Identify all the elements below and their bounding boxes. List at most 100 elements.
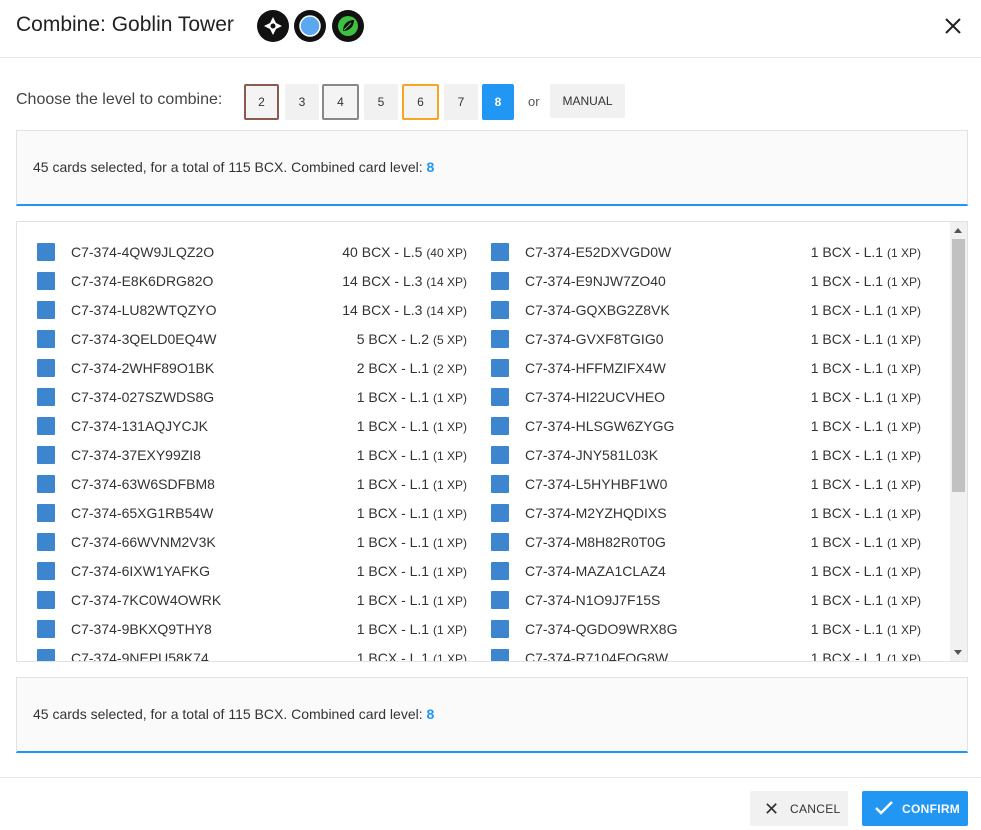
card-xp: (14 XP) [426, 275, 467, 289]
card-row[interactable]: C7-374-9NEPU58K74 1 BCX - L.1 (1 XP) [37, 641, 467, 661]
card-row[interactable]: C7-374-GVXF8TGIG0 1 BCX - L.1 (1 XP) [491, 322, 921, 351]
card-xp: (1 XP) [432, 507, 467, 521]
card-row[interactable]: C7-374-E52DXVGD0W 1 BCX - L.1 (1 XP) [491, 235, 921, 264]
card-row[interactable]: C7-374-M2YZHQDIXS 1 BCX - L.1 (1 XP) [491, 496, 921, 525]
card-xp: (1 XP) [886, 594, 921, 608]
card-checkbox[interactable] [491, 562, 509, 580]
confirm-label: CONFIRM [902, 802, 961, 816]
card-checkbox[interactable] [37, 243, 55, 261]
card-value: 1 BCX - L.1 (1 XP) [357, 389, 467, 405]
card-xp: (1 XP) [886, 507, 921, 521]
card-checkbox[interactable] [491, 504, 509, 522]
scroll-up-icon[interactable] [954, 228, 962, 233]
card-value: 1 BCX - L.1 (1 XP) [811, 476, 921, 492]
card-checkbox[interactable] [37, 620, 55, 638]
card-checkbox[interactable] [491, 591, 509, 609]
card-bcx-level: 1 BCX - L.1 [810, 360, 884, 376]
card-checkbox[interactable] [491, 359, 509, 377]
card-checkbox[interactable] [37, 591, 55, 609]
level-button-3[interactable]: 3 [285, 84, 319, 120]
card-checkbox[interactable] [37, 301, 55, 319]
level-button-6[interactable]: 6 [402, 84, 439, 120]
card-checkbox[interactable] [37, 417, 55, 435]
card-row[interactable]: C7-374-6IXW1YAFKG 1 BCX - L.1 (1 XP) [37, 554, 467, 583]
card-bcx-level: 14 BCX - L.3 [342, 273, 423, 289]
card-row[interactable]: C7-374-E8K6DRG82O 14 BCX - L.3 (14 XP) [37, 264, 467, 293]
card-row[interactable]: C7-374-37EXY99ZI8 1 BCX - L.1 (1 XP) [37, 438, 467, 467]
card-id: C7-374-M8H82R0T0G [525, 534, 666, 550]
card-row[interactable]: C7-374-9BKXQ9THY8 1 BCX - L.1 (1 XP) [37, 612, 467, 641]
card-checkbox[interactable] [37, 649, 55, 661]
card-column-left: C7-374-4QW9JLQZ2O 40 BCX - L.5 (40 XP) C7-… [37, 235, 467, 661]
level-button-4[interactable]: 4 [322, 84, 359, 120]
summary-text: 45 cards selected, for a total of 115 BC… [33, 706, 434, 722]
card-row[interactable]: C7-374-131AQJYCJK 1 BCX - L.1 (1 XP) [37, 409, 467, 438]
card-id: C7-374-L5HYHBF1W0 [525, 476, 668, 492]
card-row[interactable]: C7-374-4QW9JLQZ2O 40 BCX - L.5 (40 XP) [37, 235, 467, 264]
card-row[interactable]: C7-374-E9NJW7ZO40 1 BCX - L.1 (1 XP) [491, 264, 921, 293]
card-checkbox[interactable] [37, 359, 55, 377]
card-list: C7-374-4QW9JLQZ2O 40 BCX - L.5 (40 XP) C7-… [16, 221, 968, 662]
card-list-scrollbar[interactable] [950, 222, 967, 661]
card-checkbox[interactable] [491, 533, 509, 551]
card-checkbox[interactable] [37, 504, 55, 522]
card-checkbox[interactable] [37, 562, 55, 580]
card-value: 1 BCX - L.1 (1 XP) [811, 621, 921, 637]
cancel-button[interactable]: ✕ CANCEL [750, 791, 848, 826]
card-row[interactable]: C7-374-HFFMZIFX4W 1 BCX - L.1 (1 XP) [491, 351, 921, 380]
card-id: C7-374-027SZWDS8G [71, 389, 215, 405]
card-checkbox[interactable] [37, 446, 55, 464]
level-button-2[interactable]: 2 [244, 84, 279, 120]
card-row[interactable]: C7-374-M8H82R0T0G 1 BCX - L.1 (1 XP) [491, 525, 921, 554]
card-row[interactable]: C7-374-66WVNM2V3K 1 BCX - L.1 (1 XP) [37, 525, 467, 554]
card-row[interactable]: C7-374-027SZWDS8G 1 BCX - L.1 (1 XP) [37, 380, 467, 409]
card-checkbox[interactable] [491, 388, 509, 406]
card-id: C7-374-4QW9JLQZ2O [71, 244, 215, 260]
card-bcx-level: 1 BCX - L.1 [356, 534, 430, 550]
card-row[interactable]: C7-374-3QELD0EQ4W 5 BCX - L.2 (5 XP) [37, 322, 467, 351]
card-checkbox[interactable] [491, 272, 509, 290]
card-value: 1 BCX - L.1 (1 XP) [811, 360, 921, 376]
card-row[interactable]: C7-374-N1O9J7F15S 1 BCX - L.1 (1 XP) [491, 583, 921, 612]
card-bcx-level: 1 BCX - L.1 [356, 592, 430, 608]
card-row[interactable]: C7-374-HLSGW6ZYGG 1 BCX - L.1 (1 XP) [491, 409, 921, 438]
close-button[interactable] [941, 14, 965, 38]
card-row[interactable]: C7-374-HI22UCVHEO 1 BCX - L.1 (1 XP) [491, 380, 921, 409]
card-id: C7-374-6IXW1YAFKG [71, 563, 211, 579]
card-checkbox[interactable] [37, 330, 55, 348]
card-row[interactable]: C7-374-65XG1RB54W 1 BCX - L.1 (1 XP) [37, 496, 467, 525]
card-row[interactable]: C7-374-63W6SDFBM8 1 BCX - L.1 (1 XP) [37, 467, 467, 496]
card-checkbox[interactable] [37, 533, 55, 551]
card-value: 1 BCX - L.1 (1 XP) [357, 447, 467, 463]
card-row[interactable]: C7-374-LU82WTQZYO 14 BCX - L.3 (14 XP) [37, 293, 467, 322]
manual-button[interactable]: MANUAL [550, 84, 625, 118]
level-button-5[interactable]: 5 [364, 84, 398, 120]
card-checkbox[interactable] [491, 649, 509, 661]
level-button-7[interactable]: 7 [444, 84, 478, 120]
card-checkbox[interactable] [491, 475, 509, 493]
confirm-button[interactable]: CONFIRM [862, 791, 968, 826]
card-checkbox[interactable] [491, 301, 509, 319]
card-checkbox[interactable] [37, 388, 55, 406]
card-checkbox[interactable] [491, 446, 509, 464]
card-xp: (14 XP) [426, 304, 467, 318]
card-checkbox[interactable] [491, 243, 509, 261]
scroll-down-icon[interactable] [954, 650, 962, 655]
card-checkbox[interactable] [491, 620, 509, 638]
card-checkbox[interactable] [491, 417, 509, 435]
card-checkbox[interactable] [37, 475, 55, 493]
card-row[interactable]: C7-374-7KC0W4OWRK 1 BCX - L.1 (1 XP) [37, 583, 467, 612]
card-id: C7-374-37EXY99ZI8 [71, 447, 201, 463]
card-row[interactable]: C7-374-2WHF89O1BK 2 BCX - L.1 (2 XP) [37, 351, 467, 380]
card-row[interactable]: C7-374-L5HYHBF1W0 1 BCX - L.1 (1 XP) [491, 467, 921, 496]
card-xp: (1 XP) [886, 565, 921, 579]
card-row[interactable]: C7-374-GQXBG2Z8VK 1 BCX - L.1 (1 XP) [491, 293, 921, 322]
card-row[interactable]: C7-374-R7104FOG8W 1 BCX - L.1 (1 XP) [491, 641, 921, 661]
level-button-8[interactable]: 8 [482, 84, 514, 120]
card-checkbox[interactable] [491, 330, 509, 348]
card-row[interactable]: C7-374-MAZA1CLAZ4 1 BCX - L.1 (1 XP) [491, 554, 921, 583]
card-checkbox[interactable] [37, 272, 55, 290]
card-row[interactable]: C7-374-JNY581L03K 1 BCX - L.1 (1 XP) [491, 438, 921, 467]
card-row[interactable]: C7-374-QGDO9WRX8G 1 BCX - L.1 (1 XP) [491, 612, 921, 641]
scroll-thumb[interactable] [952, 239, 965, 492]
